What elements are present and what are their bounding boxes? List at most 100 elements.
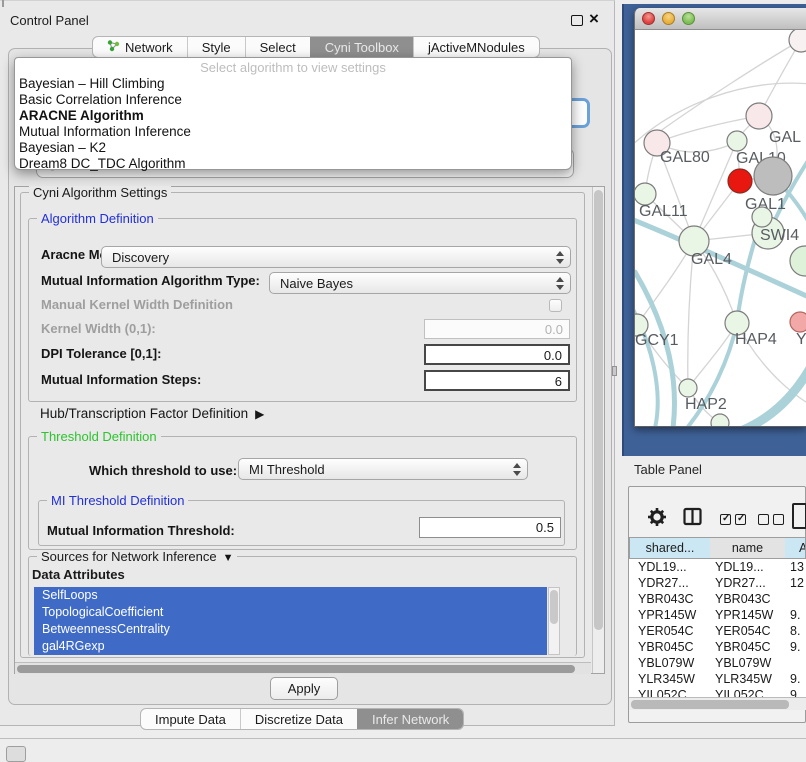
table-cell: 9.	[790, 687, 800, 697]
attribute-list-scrollbar[interactable]	[548, 587, 560, 655]
network-node[interactable]	[790, 246, 806, 276]
tab-cyni-toolbox[interactable]: Cyni Toolbox	[310, 37, 413, 57]
vertical-scrollbar[interactable]	[592, 187, 604, 673]
network-canvas[interactable]: GALGAL80GAL10GAL1GAL11SWI4GAL4GCY1HAP4YH…	[635, 30, 806, 427]
gear-icon[interactable]	[647, 507, 667, 532]
network-node[interactable]	[679, 379, 697, 397]
split-columns-icon[interactable]	[683, 507, 702, 531]
control-panel-tabbar: Network Style Select Cyni Toolbox jActiv…	[92, 36, 540, 58]
algorithm-option[interactable]: Dream8 DC_TDC Algorithm	[15, 156, 571, 172]
tab-label: Discretize Data	[255, 709, 343, 730]
table-row[interactable]: YLR345WYLR345W9.	[629, 671, 806, 687]
dpi-tolerance-field[interactable]: 0.0	[424, 344, 570, 365]
table-row[interactable]: YBR043CYBR043C	[629, 591, 806, 607]
manual-kernel-checkbox[interactable]	[549, 299, 562, 312]
attribute-item[interactable]: TopologicalCoefficient	[34, 604, 547, 621]
stepper-arrows-icon	[513, 463, 521, 476]
table-row[interactable]: YIL052CYIL052C9.	[629, 687, 806, 697]
collapsed-panel-button[interactable]	[6, 746, 26, 762]
network-node-label: GAL4	[691, 251, 732, 268]
close-icon[interactable]: ×	[589, 9, 599, 29]
network-node[interactable]	[746, 103, 772, 129]
float-panel-icon[interactable]	[571, 15, 583, 26]
table-row[interactable]: YPR145WYPR145W9.	[629, 607, 806, 623]
collapsed-arrow-icon: ▶	[255, 407, 264, 421]
table-cell: YER054C	[638, 623, 694, 639]
mi-algorithm-type-select[interactable]: Naive Bayes	[269, 272, 571, 294]
tab-impute-data[interactable]: Impute Data	[141, 709, 240, 729]
apply-button[interactable]: Apply	[270, 677, 338, 700]
attribute-item[interactable]: BetweennessCentrality	[34, 621, 547, 638]
table-cell: 9.	[790, 671, 800, 687]
algorithm-option[interactable]: Bayesian – K2	[15, 140, 571, 156]
threshold-select[interactable]: MI Threshold	[238, 458, 528, 480]
document-icon[interactable]	[792, 503, 806, 529]
attribute-item[interactable]: SelfLoops	[34, 587, 547, 604]
sources-expander[interactable]: Sources for Network Inference▼	[37, 550, 237, 565]
expanded-arrow-icon: ▼	[223, 552, 234, 564]
tab-jactivemnodules[interactable]: jActiveMNodules	[413, 37, 539, 57]
network-node[interactable]	[635, 183, 656, 205]
table-cell: YPR145W	[715, 607, 773, 623]
table-cell: YBL079W	[638, 655, 694, 671]
hub-definition-expander[interactable]: Hub/Transcription Factor Definition ▶	[40, 406, 264, 421]
network-node-label: GAL11	[639, 203, 688, 220]
cyni-mode-tabbar: Impute Data Discretize Data Infer Networ…	[140, 708, 464, 730]
network-view-window: GALGAL80GAL10GAL1GAL11SWI4GAL4GCY1HAP4YH…	[634, 8, 806, 427]
algorithm-option[interactable]: Mutual Information Inference	[15, 124, 571, 140]
table-cell: 9.	[790, 639, 800, 655]
scrollbar-thumb[interactable]	[17, 665, 575, 673]
tab-discretize-data[interactable]: Discretize Data	[240, 709, 357, 729]
column-header-shared-name[interactable]: shared...	[629, 537, 711, 559]
table-cell: 12	[790, 575, 804, 591]
mi-threshold-field[interactable]: 0.5	[419, 517, 561, 538]
algorithm-option[interactable]: Bayesian – Hill Climbing	[15, 76, 571, 92]
horizontal-scrollbar[interactable]	[15, 662, 591, 674]
tab-select[interactable]: Select	[245, 37, 310, 57]
algorithm-option-list: Bayesian – Hill ClimbingBasic Correlatio…	[15, 76, 571, 172]
table-cell: YIL052C	[638, 687, 687, 697]
selected-value: Discovery	[112, 250, 169, 265]
network-node[interactable]	[754, 157, 792, 195]
table-cell: YBR043C	[715, 591, 771, 607]
table-row[interactable]: YBR045CYBR045C9.	[629, 639, 806, 655]
network-node[interactable]	[752, 207, 772, 227]
tab-infer-network[interactable]: Infer Network	[357, 709, 463, 729]
mac-minimize-button[interactable]	[662, 12, 675, 25]
panel-resize-handle[interactable]	[612, 366, 617, 376]
tab-label: Cyni Toolbox	[325, 37, 399, 58]
aracne-mode-select[interactable]: Discovery	[101, 246, 571, 268]
network-node[interactable]	[711, 414, 729, 427]
sources-group: Sources for Network Inference▼ Data Attr…	[28, 556, 577, 656]
table-horizontal-scrollbar[interactable]	[629, 697, 806, 710]
mi-steps-field[interactable]: 6	[424, 370, 570, 391]
unchecked-boxes-icon[interactable]	[758, 512, 788, 530]
mac-zoom-button[interactable]	[682, 12, 695, 25]
scrollbar-thumb[interactable]	[594, 190, 603, 630]
attribute-item[interactable]: gal4RGexp	[34, 638, 547, 655]
tab-network[interactable]: Network	[93, 37, 187, 57]
mac-close-button[interactable]	[642, 12, 655, 25]
network-node[interactable]	[728, 169, 752, 193]
scrollbar-thumb[interactable]	[631, 700, 789, 709]
network-node[interactable]	[789, 30, 806, 52]
tab-label: Infer Network	[372, 709, 449, 730]
tab-style[interactable]: Style	[187, 37, 245, 57]
table-row[interactable]: YDR27...YDR27...12	[629, 575, 806, 591]
checked-boxes-icon[interactable]	[720, 512, 750, 530]
network-node[interactable]	[727, 131, 747, 151]
which-threshold-label: Which threshold to use:	[89, 463, 237, 478]
network-window-titlebar[interactable]	[635, 8, 806, 30]
network-node[interactable]	[790, 312, 806, 332]
column-header-name[interactable]: name	[710, 537, 786, 559]
algorithm-option[interactable]: Basic Correlation Inference	[15, 92, 571, 108]
table-row[interactable]: YDL19...YDL19...13	[629, 559, 806, 575]
table-cell: 13	[790, 559, 804, 575]
scrollbar-thumb[interactable]	[550, 590, 558, 624]
algorithm-option[interactable]: ARACNE Algorithm	[15, 108, 571, 124]
hub-definition-label: Hub/Transcription Factor Definition	[40, 406, 248, 421]
algorithm-dropdown-popup: Select algorithm to view settings Bayesi…	[14, 57, 572, 170]
table-row[interactable]: YER054CYER054C8.	[629, 623, 806, 639]
table-row[interactable]: YBL079WYBL079W	[629, 655, 806, 671]
column-header-clipped[interactable]: A	[785, 537, 806, 559]
